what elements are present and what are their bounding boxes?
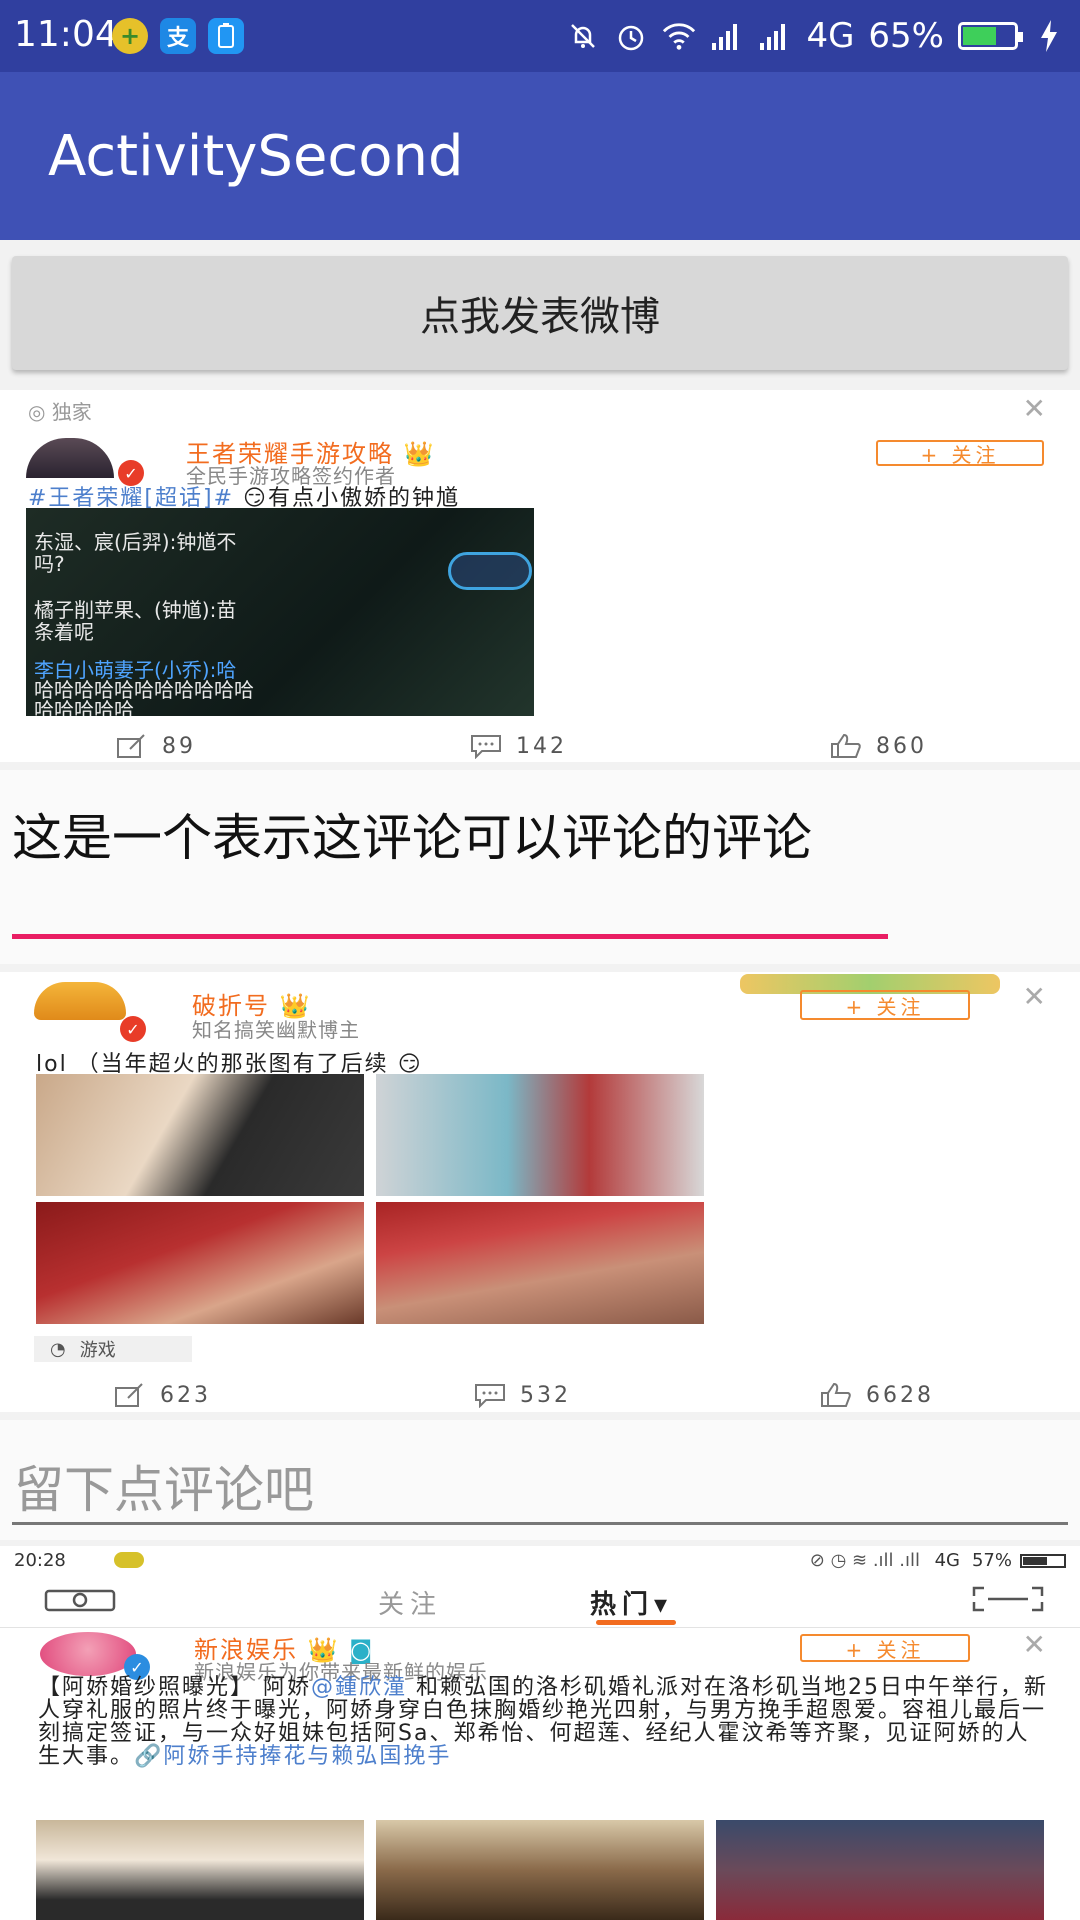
exclusive-text: 独家 [51,400,92,424]
comment-count: 532 [520,1382,571,1408]
repost-count: 623 [160,1382,211,1408]
photo-2[interactable] [376,1074,704,1196]
repost-stat[interactable]: 89 [116,733,196,759]
comment-input-1-value: 这是一个表示这评论可以评论的评论 [12,809,812,867]
inner-status-time: 20:28 [14,1550,66,1571]
stats-bar: 89 142 860 [0,733,1080,762]
comment-input-1-underline [12,934,888,939]
wedding-photo-1[interactable] [36,1820,364,1920]
inner-nav-bar: 关注 热门▾ [0,1576,1080,1628]
like-count: 6628 [866,1382,934,1408]
channel-tag[interactable]: ◔ 游戏 [34,1336,192,1362]
comment-stat[interactable]: 532 [474,1382,571,1408]
weibo-screenshot-card-2[interactable]: ✓ 破折号 👑 知名搞笑幽默博主 + 关注 ✕ lol （当年超火的那张图有了后… [0,972,1080,1412]
close-icon: ✕ [1022,980,1046,1013]
weibo-screenshot-card-3[interactable]: 20:28 ⊘ ◷ ≋ .ıll .ıll 4G 57% 关注 热门▾ ✓ 新浪… [0,1546,1080,1920]
comment-icon [475,1384,505,1408]
exclusive-label: ◎ 独家 [28,400,92,424]
mention-link[interactable]: @鍾欣潼 [311,1675,407,1700]
chat-bubble-icon [448,552,532,590]
like-icon [831,733,861,758]
wedding-photo-2[interactable] [376,1820,704,1920]
network-type: 4G [806,16,855,56]
inner-notification-icon [114,1552,144,1568]
comment-stat[interactable]: 142 [470,733,567,759]
alipay-notification-icon: 支 [160,18,196,54]
close-icon: ✕ [1022,1628,1046,1661]
post-text: 【阿娇婚纱照曝光】 阿娇@鍾欣潼 和赖弘国的洛杉矶婚礼派对在洛杉矶当地25日中午… [38,1676,1048,1768]
close-icon: ✕ [1022,392,1046,425]
mute-icon [566,19,600,53]
comment-input-2-placeholder: 留下点评论吧 [14,1461,314,1519]
like-count: 860 [876,733,927,759]
verified-badge-icon: ✓ [120,1016,146,1042]
like-stat[interactable]: 860 [830,733,927,759]
avatar [34,982,126,1020]
status-time: 11:04 [14,14,118,55]
comment-count: 142 [516,733,567,759]
comment-icon [471,735,501,759]
game-chat-line: 条着呢 [34,620,94,644]
tab-hot-indicator [596,1620,676,1625]
comment-input-2-underline [12,1522,1068,1525]
like-icon [821,1382,851,1407]
game-chat-line: 吗? [34,552,65,576]
photo-3[interactable] [36,1202,364,1324]
repost-count: 89 [162,733,196,759]
battery-saver-notification-icon [208,18,244,54]
inner-battery-percent: 57% [971,1550,1012,1571]
signal-icon-2 [758,19,792,53]
repost-icon [117,734,145,758]
game-chat-line: 哈哈哈哈哈 [34,698,134,716]
alarm-icon [614,19,648,53]
status-bar: 11:04 + 支 4G 65% [0,0,1080,72]
tab-hot[interactable]: 热门▾ [590,1584,673,1621]
weibo-screenshot-card-1[interactable]: ◎ 独家 ✕ ✓ 王者荣耀手游攻略 👑 全民手游攻略签约作者 + 关注 #王者荣… [0,390,1080,762]
battery-percent: 65% [868,16,944,56]
repost-stat[interactable]: 623 [114,1382,211,1408]
avatar [40,1632,136,1676]
game-icon: ◔ [50,1338,66,1360]
charging-icon [1032,19,1066,53]
post-link[interactable]: 🔗阿娇手持捧花与赖弘国挽手 [134,1744,451,1769]
signal-icon-1 [710,19,744,53]
post-text-part-1: 【阿娇婚纱照曝光】 阿娇 [38,1675,311,1700]
post-weibo-button[interactable]: 点我发表微博 [12,256,1068,370]
plus-notification-icon: + [112,18,148,54]
tab-hot-label: 热门 [590,1590,655,1620]
inner-status-bar: 20:28 ⊘ ◷ ≋ .ıll .ıll 4G 57% [0,1546,1080,1576]
scan-icon[interactable] [972,1586,1044,1616]
wedding-photo-3[interactable] [716,1820,1044,1920]
inner-battery-icon [1020,1554,1066,1568]
inner-network: 4G [934,1550,960,1571]
follow-button[interactable]: + 关注 [876,440,1044,467]
follow-button[interactable]: + 关注 [800,990,970,1020]
inner-signal-icons: ⊘ ◷ ≋ .ıll .ıll [809,1550,920,1571]
channel-name: 游戏 [79,1340,116,1361]
wifi-icon [662,19,696,53]
app-bar: ActivitySecond [0,72,1080,240]
camera-icon[interactable] [44,1586,116,1616]
photo-1[interactable] [36,1074,364,1196]
tab-follow[interactable]: 关注 [378,1584,442,1621]
game-screenshot-image: 东湿、宸(后羿):钟馗不 吗? 橘子削苹果、(钟馗):苗 条着呢 李白小萌妻子(… [26,508,534,716]
comment-input-2[interactable]: 留下点评论吧 [0,1420,1080,1540]
status-right-group: 4G 65% [566,14,1066,58]
comment-input-1[interactable]: 这是一个表示这评论可以评论的评论 [0,770,1080,964]
battery-icon [958,22,1023,50]
crown-icon: 👑 [403,440,436,468]
like-stat[interactable]: 6628 [820,1382,934,1408]
user-desc: 知名搞笑幽默博主 [192,1018,360,1042]
photo-4[interactable] [376,1202,704,1324]
follow-button[interactable]: + 关注 [800,1634,970,1662]
app-title: ActivitySecond [48,124,464,189]
avatar [26,438,114,478]
repost-icon [115,1383,143,1407]
battery-level [963,27,996,45]
stats-bar: 623 532 6628 [0,1382,1080,1412]
